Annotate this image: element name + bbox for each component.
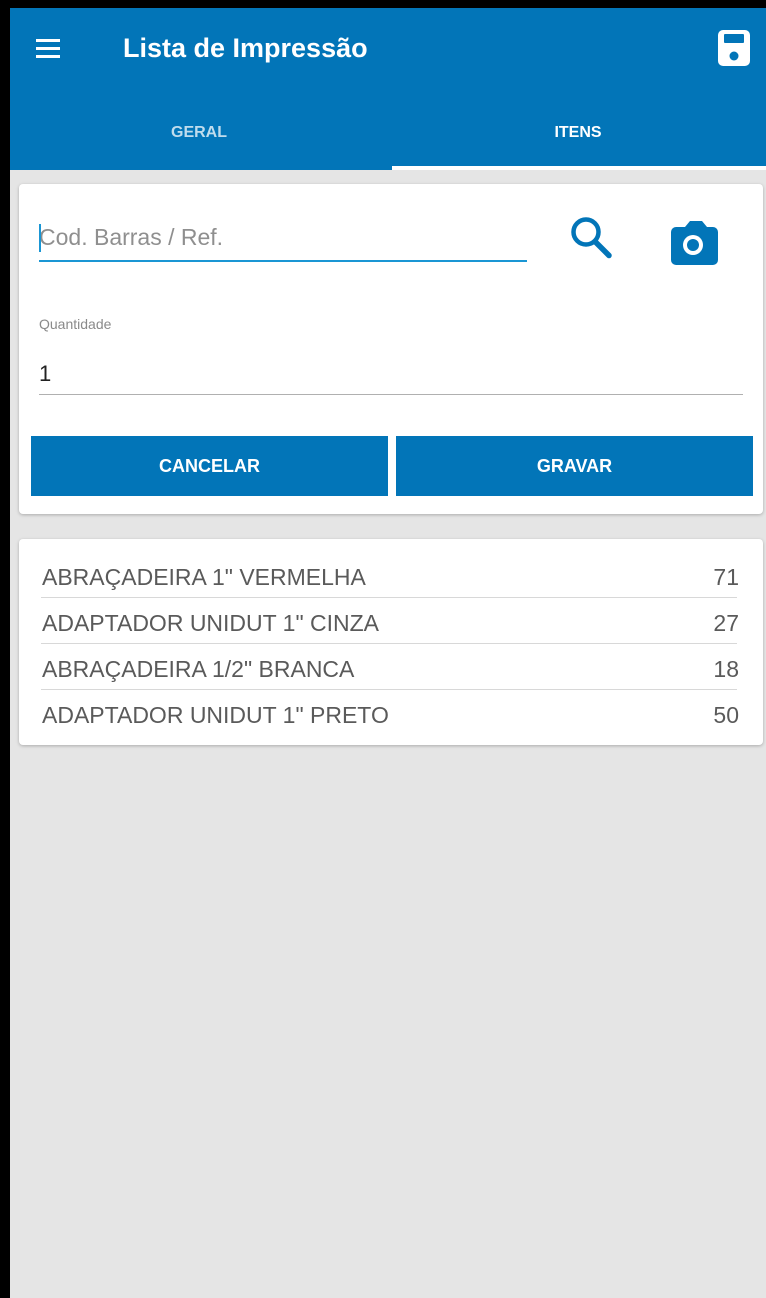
item-name: ABRAÇADEIRA 1" VERMELHA bbox=[42, 564, 366, 590]
cancel-button[interactable]: CANCELAR bbox=[31, 436, 388, 496]
item-quantity: 71 bbox=[713, 564, 739, 590]
app-bar: Lista de Impressão GERAL ITENS bbox=[10, 8, 766, 170]
text-cursor bbox=[39, 224, 41, 252]
floppy-disk-icon bbox=[718, 30, 750, 66]
save-icon[interactable] bbox=[712, 26, 756, 70]
item-quantity: 50 bbox=[713, 702, 739, 728]
active-tab-indicator bbox=[392, 166, 766, 170]
camera-icon bbox=[671, 221, 718, 265]
item-quantity: 27 bbox=[713, 610, 739, 636]
list-item[interactable]: ABRAÇADEIRA 1" VERMELHA 71 bbox=[41, 554, 741, 600]
item-name: ABRAÇADEIRA 1/2" BRANCA bbox=[42, 656, 355, 682]
app-screen: Lista de Impressão GERAL ITENS Cod. Barr… bbox=[10, 8, 766, 1298]
item-entry-card: Quantidade CANCELAR GRAVAR bbox=[19, 184, 763, 514]
menu-icon-bar bbox=[36, 55, 60, 58]
tab-geral[interactable]: GERAL bbox=[10, 108, 388, 170]
search-button[interactable] bbox=[564, 212, 618, 266]
tab-bar: GERAL ITENS bbox=[10, 108, 766, 170]
menu-icon-bar bbox=[36, 39, 60, 42]
quantity-field[interactable] bbox=[39, 354, 743, 395]
item-name: ADAPTADOR UNIDUT 1" CINZA bbox=[42, 610, 380, 636]
menu-button[interactable] bbox=[30, 30, 66, 66]
tab-itens[interactable]: ITENS bbox=[390, 108, 766, 170]
quantity-label: Quantidade bbox=[39, 316, 112, 332]
item-name: ADAPTADOR UNIDUT 1" PRETO bbox=[42, 702, 389, 728]
save-button[interactable]: GRAVAR bbox=[396, 436, 753, 496]
page-title: Lista de Impressão bbox=[123, 33, 368, 63]
divider bbox=[41, 689, 737, 690]
camera-button[interactable] bbox=[665, 214, 723, 270]
search-icon bbox=[571, 217, 612, 259]
list-item[interactable]: ADAPTADOR UNIDUT 1" CINZA 27 bbox=[41, 600, 741, 646]
list-item[interactable]: ABRAÇADEIRA 1/2" BRANCA 18 bbox=[41, 646, 741, 692]
menu-icon-bar bbox=[36, 47, 60, 50]
item-quantity: 18 bbox=[713, 656, 739, 682]
divider bbox=[41, 643, 737, 644]
list-item[interactable]: ADAPTADOR UNIDUT 1" PRETO 50 bbox=[41, 692, 741, 738]
barcode-search-input[interactable] bbox=[39, 214, 527, 262]
divider bbox=[41, 597, 737, 598]
items-list-card: ABRAÇADEIRA 1" VERMELHA 71 ADAPTADOR UNI… bbox=[19, 539, 763, 745]
